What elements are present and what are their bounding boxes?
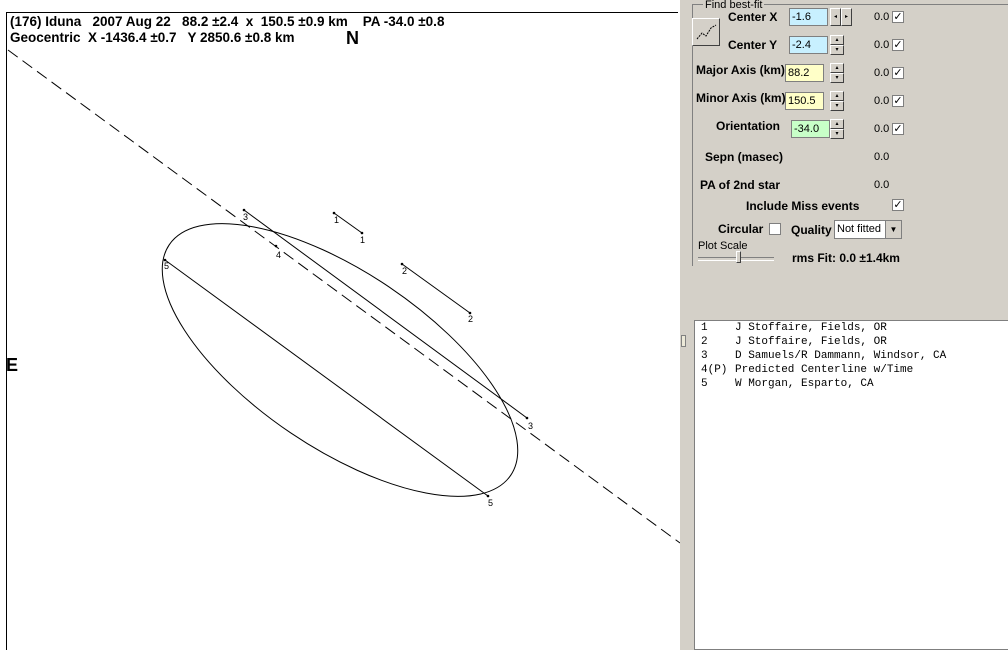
chord-3-start-label: 3 [243, 212, 248, 222]
major-axis-spinner[interactable]: ▴ ▾ [830, 63, 844, 83]
observer-name: Predicted Centerline w/Time [735, 364, 914, 376]
quality-label: Quality [791, 223, 832, 237]
minor-axis-label: Minor Axis (km) [696, 91, 786, 105]
center-x-uncertainty: 0.0 [874, 11, 890, 23]
circular-label: Circular [718, 222, 764, 236]
observer-id: 5 [701, 378, 708, 390]
orientation-input[interactable]: -34.0 [791, 120, 830, 138]
splitter[interactable] [680, 0, 688, 650]
chord-2-end-label: 2 [468, 314, 473, 324]
fit-panel: Find best-fit Center X -1.6 ◂ ▸ 0.0 ✓ Cen… [688, 0, 1008, 650]
fit-graph-icon [696, 24, 717, 40]
minor-axis-input[interactable]: 150.5 [785, 92, 824, 110]
plot-scale-slider[interactable] [694, 251, 778, 265]
splitter-handle[interactable] [681, 335, 686, 347]
orientation-spinner[interactable]: ▴ ▾ [830, 119, 844, 139]
chord-3-end-label: 3 [528, 421, 533, 431]
fit-button[interactable] [692, 18, 720, 46]
center-y-checkbox[interactable]: ✓ [892, 39, 904, 51]
center-y-uncertainty: 0.0 [874, 39, 890, 51]
dropdown-arrow-icon[interactable]: ▼ [885, 221, 901, 238]
include-miss-label: Include Miss events [746, 199, 860, 213]
plot-area: (176) Iduna 2007 Aug 22 88.2 ±2.4 x 150.… [0, 0, 680, 650]
center-x-label: Center X [728, 10, 778, 24]
rms-fit-label: rms Fit: 0.0 ±1.4km [792, 251, 900, 265]
include-miss-checkbox[interactable]: ✓ [892, 199, 904, 211]
list-item[interactable]: 5 W Morgan, Esparto, CA [701, 377, 874, 391]
minor-axis-checkbox[interactable]: ✓ [892, 95, 904, 107]
sepn-value: 0.0 [874, 151, 890, 163]
chord-2-start-point [400, 262, 404, 266]
observer-name: W Morgan, Esparto, CA [735, 378, 874, 390]
orientation-label: Orientation [716, 119, 781, 133]
observer-name: J Stoffaire, Fields, OR [735, 336, 887, 348]
observer-name: D Samuels/R Dammann, Windsor, CA [735, 350, 947, 362]
pa-2nd-star-label: PA of 2nd star [700, 178, 781, 192]
observer-name: J Stoffaire, Fields, OR [735, 322, 887, 334]
chord-1-start-label: 1 [334, 215, 339, 225]
chord-3-end-point [525, 416, 529, 420]
observer-id: 3 [701, 350, 708, 362]
slider-thumb[interactable] [736, 251, 741, 263]
chord-1-start-point [332, 211, 336, 215]
center-y-input[interactable]: -2.4 [789, 36, 828, 54]
chord-4-point [274, 244, 278, 248]
quality-selected-value: Not fitted [837, 223, 882, 235]
circular-checkbox[interactable] [769, 223, 781, 235]
list-item[interactable]: 3 D Samuels/R Dammann, Windsor, CA [701, 349, 946, 363]
major-axis-uncertainty: 0.0 [874, 67, 890, 79]
asteroid-profile-ellipse [161, 223, 519, 497]
list-item[interactable]: 2 J Stoffaire, Fields, OR [701, 335, 887, 349]
minor-axis-spinner[interactable]: ▴ ▾ [830, 91, 844, 111]
major-axis-label: Major Axis (km) [696, 63, 785, 77]
chord-5 [164, 259, 489, 497]
chord-4-label: 4 [276, 250, 281, 260]
center-x-spinner[interactable]: ◂ ▸ [830, 8, 852, 26]
orientation-checkbox[interactable]: ✓ [892, 123, 904, 135]
observer-id: 1 [701, 322, 708, 334]
minor-axis-uncertainty: 0.0 [874, 95, 890, 107]
quality-select[interactable]: Not fitted ▼ [834, 220, 902, 239]
chord-2 [401, 263, 471, 314]
group-title: Find best-fit [703, 0, 765, 11]
chord-5-start-label: 5 [164, 261, 169, 271]
center-y-spinner[interactable]: ▴ ▾ [830, 35, 844, 55]
observer-id: 2 [701, 336, 708, 348]
chord-3 [243, 209, 528, 419]
orientation-uncertainty: 0.0 [874, 123, 890, 135]
occultation-plot: 1 1 2 2 3 3 4 5 5 [7, 49, 680, 544]
chord-1-end-label: 1 [360, 235, 365, 245]
sepn-label: Sepn (masec) [705, 150, 784, 164]
observer-list[interactable]: 1 J Stoffaire, Fields, OR 2 J Stoffaire, F… [694, 320, 1008, 650]
list-item[interactable]: 4(P) Predicted Centerline w/Time [701, 363, 913, 377]
chord-5-end-point [486, 494, 490, 498]
major-axis-input[interactable]: 88.2 [785, 64, 824, 82]
chord-1-end-point [360, 231, 364, 235]
center-x-input[interactable]: -1.6 [789, 8, 828, 26]
chord-3-start-point [242, 208, 246, 212]
major-axis-checkbox[interactable]: ✓ [892, 67, 904, 79]
chord-5-end-label: 5 [488, 498, 493, 508]
pa-2nd-star-value: 0.0 [874, 179, 890, 191]
center-y-label: Center Y [728, 38, 778, 52]
observer-id: 4(P) [701, 364, 728, 376]
predicted-centerline [7, 49, 680, 544]
center-x-checkbox[interactable]: ✓ [892, 11, 904, 23]
list-item[interactable]: 1 J Stoffaire, Fields, OR [701, 321, 887, 335]
chord-2-start-label: 2 [402, 266, 407, 276]
